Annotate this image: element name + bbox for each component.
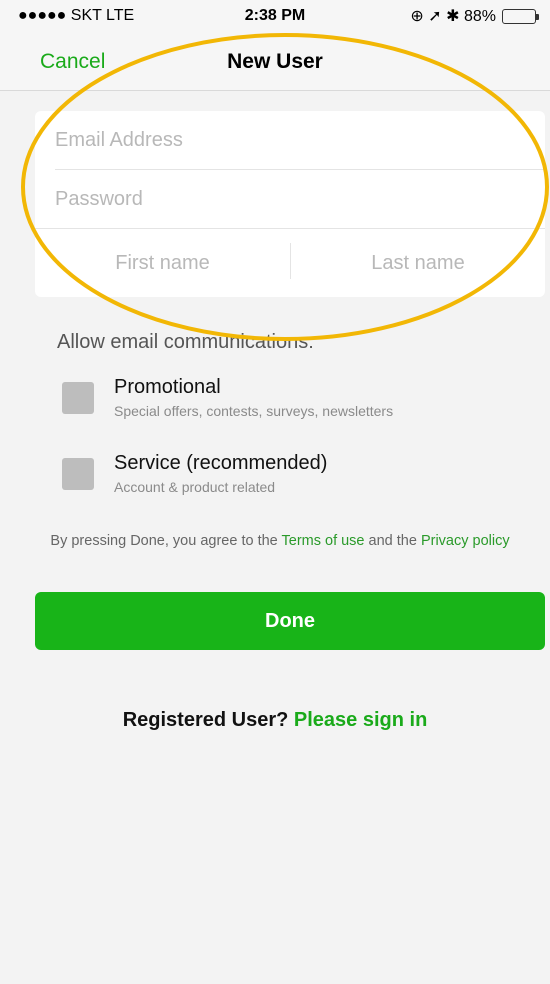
privacy-policy-link[interactable]: Privacy policy <box>421 533 510 549</box>
signup-form-card <box>35 111 545 297</box>
email-field-wrapper <box>35 111 545 169</box>
page-title: New User <box>227 50 323 73</box>
promotional-checkbox[interactable] <box>62 382 94 414</box>
last-name-field-box <box>291 229 545 297</box>
battery-icon <box>502 8 539 24</box>
promotional-title: Promotional <box>114 376 221 398</box>
terms-middle: and the <box>364 533 421 549</box>
service-subtitle: Account & product related <box>114 479 276 495</box>
password-field-wrapper <box>35 170 545 228</box>
first-name-wrapper <box>35 229 290 297</box>
password-field[interactable] <box>35 170 545 228</box>
top-bar: ●●●●● SKT LTE 2:38 PM ⊕ ➚ ✱ 88% Cancel N… <box>0 0 550 91</box>
done-button[interactable]: Done <box>35 592 545 650</box>
battery-tip <box>536 13 539 20</box>
last-name-field[interactable] <box>291 229 545 297</box>
promotional-subtitle: Special offers, contests, surveys, newsl… <box>114 403 394 419</box>
service-title: Service (recommended) <box>114 452 328 474</box>
terms-of-use-link[interactable]: Terms of use <box>282 533 365 549</box>
service-option[interactable]: Service (recommended) Account & product … <box>60 452 530 502</box>
terms-notice: By pressing Done, you agree to the Terms… <box>30 531 530 551</box>
status-bar: ●●●●● SKT LTE 2:38 PM ⊕ ➚ ✱ 88% <box>0 0 550 30</box>
communications-heading: Allow email communications: <box>57 331 314 353</box>
first-name-field-box <box>35 229 290 297</box>
sign-in-link[interactable]: Please sign in <box>294 709 427 731</box>
status-indicators: ⊕ ➚ ✱ 88% <box>410 6 539 26</box>
registered-user-prompt: Registered User? Please sign in <box>0 709 550 732</box>
navigation-bar: Cancel New User <box>0 40 550 84</box>
registered-question: Registered User? <box>122 709 294 731</box>
email-field[interactable] <box>35 111 545 169</box>
promotional-option[interactable]: Promotional Special offers, contests, su… <box>60 376 530 426</box>
last-name-wrapper <box>291 229 545 297</box>
status-icons: ⊕ ➚ ✱ 88% <box>410 8 496 25</box>
first-name-field[interactable] <box>35 229 290 297</box>
form-content: Allow email communications: Promotional … <box>0 91 550 984</box>
terms-prefix: By pressing Done, you agree to the <box>50 533 282 549</box>
service-checkbox[interactable] <box>62 458 94 490</box>
